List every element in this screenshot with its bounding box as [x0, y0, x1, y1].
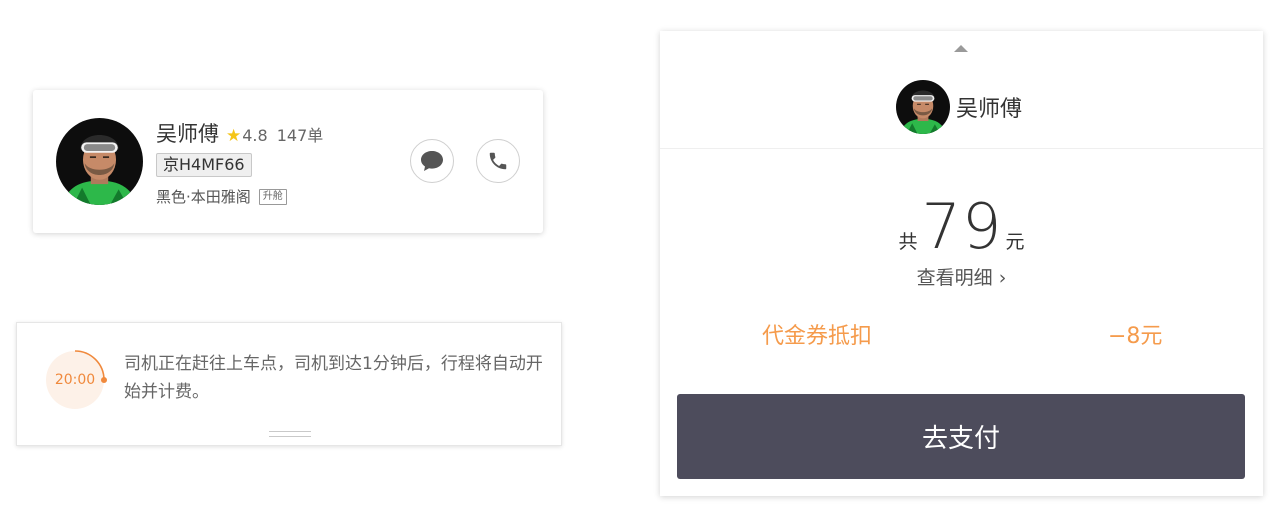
status-message: 司机正在赶往上车点，司机到达1分钟后，行程将自动开始并计费。 — [124, 354, 543, 402]
driver-card: 吴师傅 ★ 4.8 147单 京H4MF66 黑色·本田雅阁 升舱 — [33, 90, 543, 233]
driver-order-count: 147单 — [276, 126, 324, 145]
car-info-row: 黑色·本田雅阁 升舱 — [156, 186, 287, 207]
pay-button[interactable]: 去支付 — [677, 394, 1245, 479]
view-details-link[interactable]: 查看明细 › — [660, 263, 1263, 290]
car-description: 黑色·本田雅阁 — [156, 188, 251, 206]
total-fare: 共 79 元 — [660, 193, 1263, 261]
collapse-caret-icon[interactable] — [954, 45, 968, 52]
phone-icon — [489, 152, 507, 170]
license-plate: 京H4MF66 — [156, 153, 252, 177]
countdown-timer: 20:00 — [42, 347, 108, 413]
driver-name: 吴师傅 — [156, 122, 219, 146]
total-amount: 79 — [921, 190, 1003, 263]
chat-bubble-icon — [421, 151, 443, 171]
car-tag-badge: 升舱 — [258, 188, 287, 205]
countdown-text: 20:00 — [54, 372, 96, 388]
driver-info-row: 吴师傅 ★ 4.8 147单 — [156, 118, 323, 148]
driver-rating: 4.8 — [242, 126, 268, 145]
coupon-value: −8元 — [1108, 324, 1163, 349]
drag-handle[interactable] — [269, 431, 311, 437]
payment-header: 吴师傅 — [660, 31, 1263, 149]
star-icon: ★ — [226, 126, 242, 146]
message-button[interactable] — [410, 139, 454, 183]
call-button[interactable] — [476, 139, 520, 183]
driver-avatar — [56, 118, 143, 205]
payment-driver-name: 吴师傅 — [956, 97, 1023, 122]
trip-status-card: 20:00 司机正在赶往上车点，司机到达1分钟后，行程将自动开始并计费。 — [16, 322, 562, 446]
coupon-label: 代金券抵扣 — [762, 324, 873, 349]
total-prefix: 共 — [898, 231, 918, 253]
driver-avatar-small — [896, 80, 950, 134]
payment-panel: 吴师傅 共 79 元 查看明细 › 代金券抵扣 −8元 去支付 — [660, 31, 1263, 496]
total-unit: 元 — [1005, 231, 1025, 253]
